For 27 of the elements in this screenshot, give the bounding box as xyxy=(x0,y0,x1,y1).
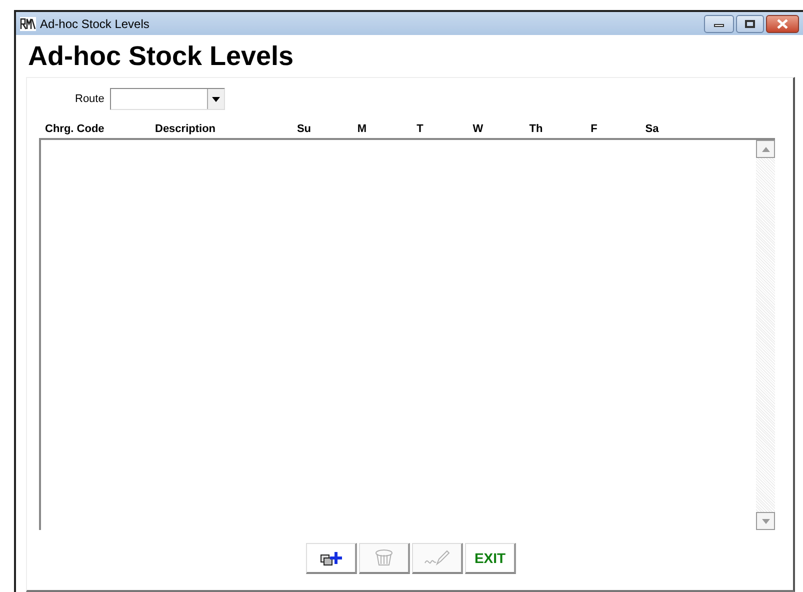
exit-button[interactable]: EXIT xyxy=(465,543,516,574)
bin-icon xyxy=(374,549,394,567)
close-icon xyxy=(777,18,788,28)
column-header: M xyxy=(356,122,368,136)
column-header: F xyxy=(590,122,598,136)
scroll-down-icon[interactable] xyxy=(756,512,775,530)
minimize-button[interactable] xyxy=(704,14,734,32)
column-header: Sa xyxy=(644,122,660,136)
column-header: W xyxy=(472,122,484,136)
route-label: Route xyxy=(75,92,104,107)
close-button[interactable] xyxy=(766,14,799,32)
minimize-icon xyxy=(714,24,724,27)
column-header: T xyxy=(416,122,424,136)
column-header: Description xyxy=(155,122,217,136)
scroll-up-icon[interactable] xyxy=(756,140,775,158)
copy-plus-icon xyxy=(320,550,342,566)
column-header: Chrg. Code xyxy=(45,122,106,136)
maximize-button[interactable] xyxy=(736,14,764,32)
app-logo-icon xyxy=(20,16,36,30)
route-dropdown[interactable] xyxy=(110,88,226,110)
signature-pen-icon xyxy=(424,549,450,567)
page-heading: Ad-hoc Stock Levels xyxy=(28,43,295,73)
column-header: Su xyxy=(296,122,312,136)
column-header: Th xyxy=(528,122,544,136)
window-title: Ad-hoc Stock Levels xyxy=(40,16,150,32)
add-button[interactable] xyxy=(306,543,357,574)
maximize-icon xyxy=(745,20,755,28)
